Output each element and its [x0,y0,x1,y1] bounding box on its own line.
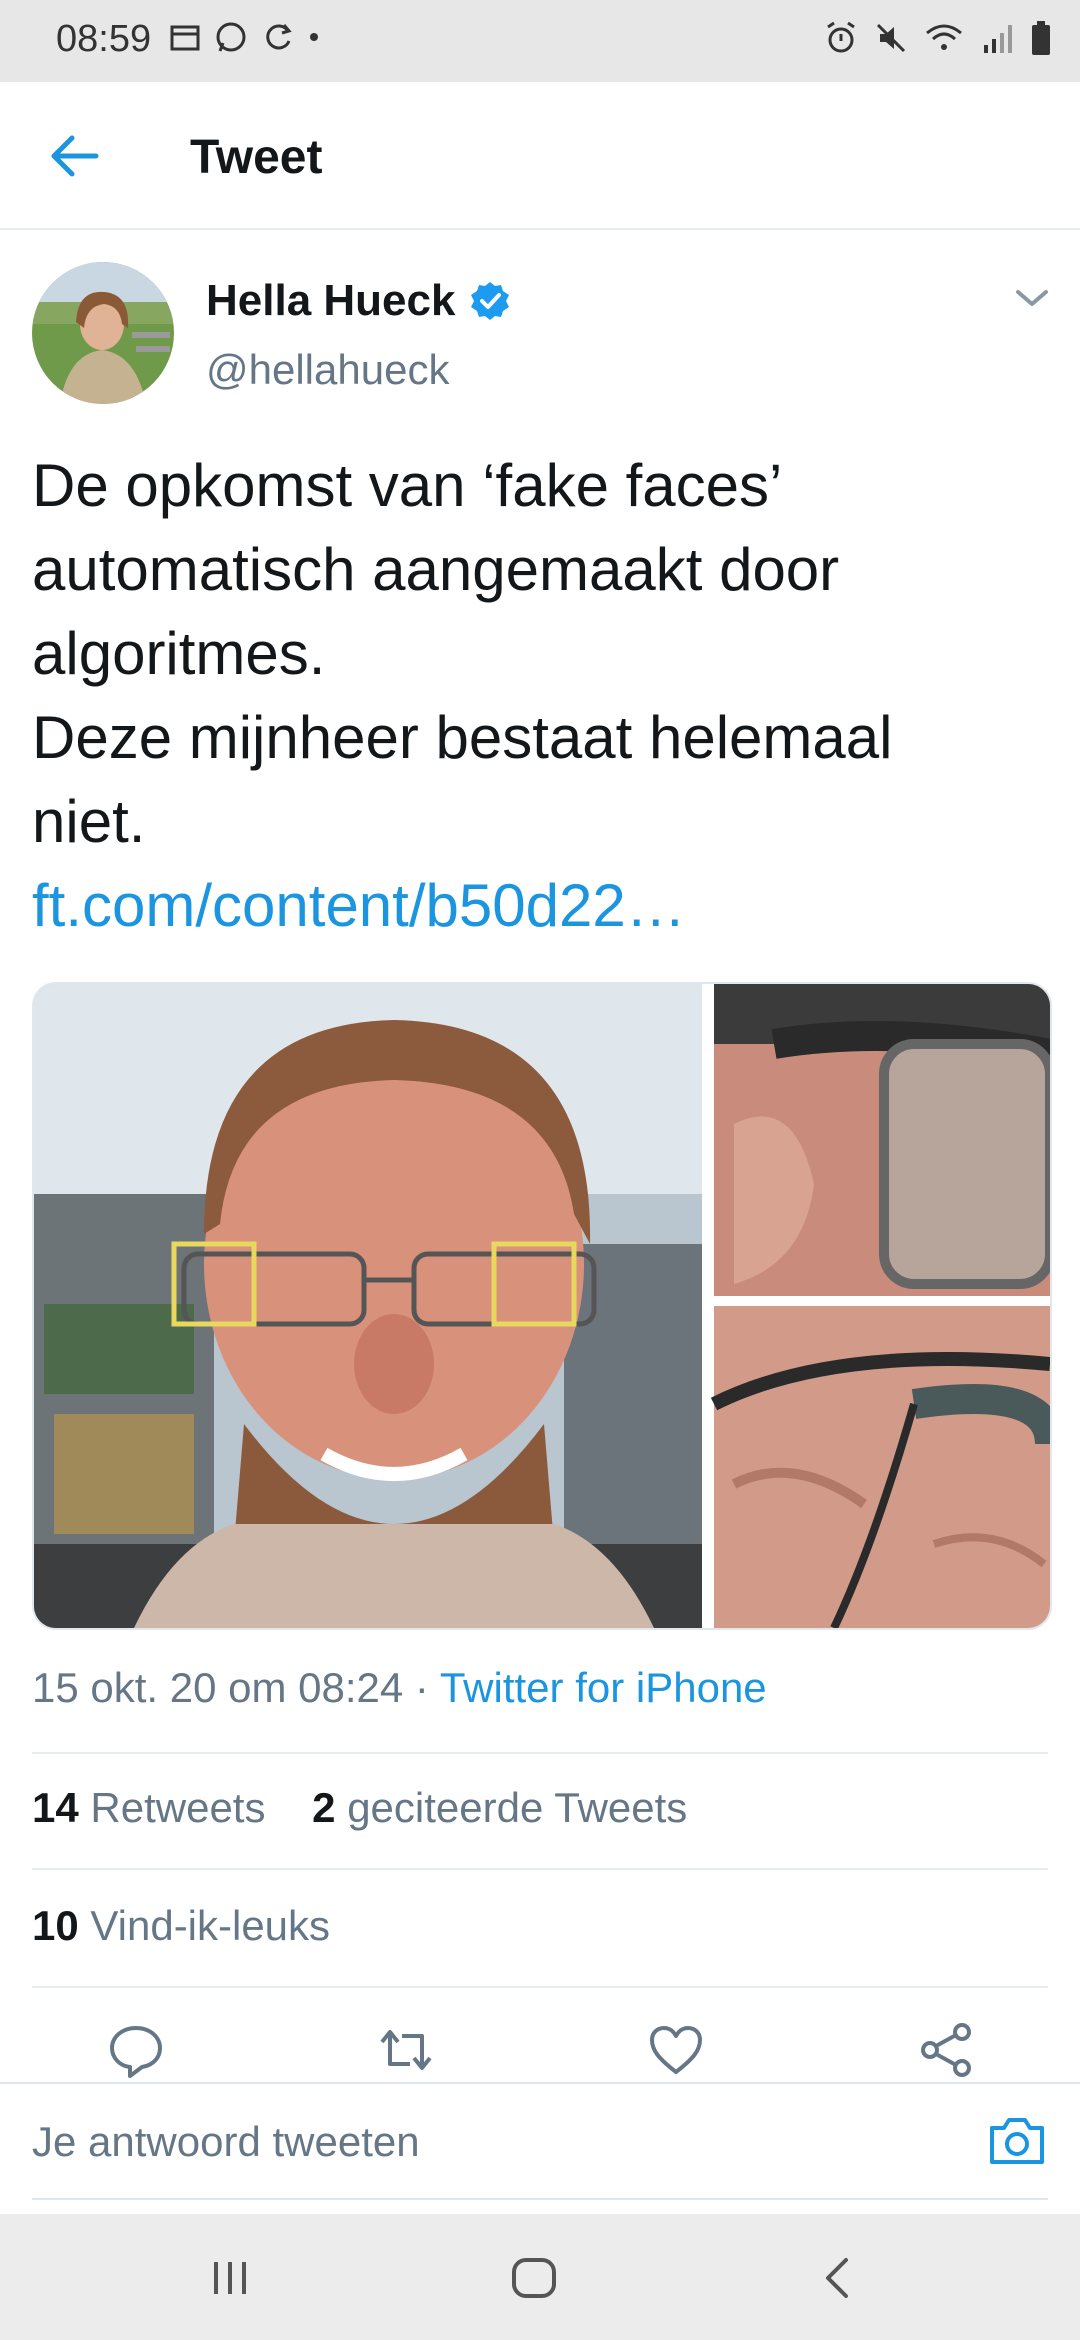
divider [32,1868,1048,1870]
tweet-text: De opkomst van ‘fake faces’ automatisch … [32,444,1042,948]
likes-stat[interactable]: 10 Vind-ik-leuks [32,1902,330,1949]
tweet-link[interactable]: ft.com/content/b50d22… [32,864,1042,948]
top-app-bar: Tweet [0,82,1080,230]
quotes-stat[interactable]: 2 geciteerde Tweets [312,1784,687,1831]
whatsapp-icon [216,22,246,52]
signal-icon [984,25,1012,53]
camera-icon[interactable] [988,2114,1046,2166]
likes-count: 10 [32,1902,79,1949]
reply-bar: Je antwoord tweeten [0,2082,1080,2200]
calendar-icon [170,25,200,51]
back-arrow-icon[interactable] [48,130,100,182]
tweet-source-link[interactable]: Twitter for iPhone [440,1664,767,1711]
status-bar: 08:59 [0,0,1080,82]
retweet-stats-row: 14 Retweets 2 geciteerde Tweets [32,1784,687,1832]
tweet-text-line: niet. [32,788,146,855]
author-handle[interactable]: @hellahueck [206,346,449,394]
reply-icon[interactable] [106,2020,166,2080]
avatar[interactable] [32,262,174,404]
glasses-closeup-bottom[interactable] [710,1306,1050,1628]
divider [32,1752,1048,1754]
share-icon[interactable] [916,2020,976,2080]
likes-label: Vind-ik-leuks [90,1902,331,1949]
face-photo[interactable] [34,984,702,1628]
reply-underline [32,2198,1048,2200]
tweet-text-line: automatisch aangemaakt door [32,536,840,603]
verified-badge-icon [471,282,510,320]
author-name[interactable]: Hella Hueck [206,276,455,326]
quotes-count: 2 [312,1784,336,1831]
quotes-label: geciteerde Tweets [347,1784,688,1831]
home-icon[interactable] [510,2256,558,2300]
status-time: 08:59 [56,18,152,60]
likes-stats-row: 10 Vind-ik-leuks [32,1902,330,1950]
sync-icon [266,24,292,50]
battery-icon [1032,21,1050,55]
retweets-count: 14 [32,1784,79,1831]
author-name-row[interactable]: Hella Hueck [206,276,511,326]
notification-dot-icon [310,33,318,41]
tweet-meta: 15 okt. 20 om 08:24 · Twitter for iPhone [32,1664,767,1712]
meta-separator: · [403,1664,440,1711]
mute-icon [876,23,906,53]
tweet-timestamp: 15 okt. 20 om 08:24 [32,1664,404,1711]
system-nav-bar [0,2214,1080,2340]
tweet-text-line: De opkomst van ‘fake faces’ [32,452,783,519]
wifi-icon [926,24,962,50]
tweet-text-line: algoritmes. [32,620,326,687]
retweets-label: Retweets [90,1784,266,1831]
retweets-stat[interactable]: 14 Retweets [32,1784,265,1831]
like-heart-icon[interactable] [646,2020,706,2080]
recent-apps-icon[interactable] [208,2256,252,2300]
chevron-down-icon[interactable] [1014,286,1050,310]
back-nav-icon[interactable] [818,2256,858,2300]
reply-input[interactable]: Je antwoord tweeten [32,2118,420,2166]
retweet-icon[interactable] [376,2020,436,2080]
glasses-closeup-top[interactable] [714,984,1050,1296]
tweet-media[interactable] [32,982,1052,1630]
alarm-icon [827,21,855,53]
divider [32,1986,1048,1988]
tweet-text-line: Deze mijnheer bestaat helemaal [32,704,893,771]
page-title: Tweet [190,131,323,184]
